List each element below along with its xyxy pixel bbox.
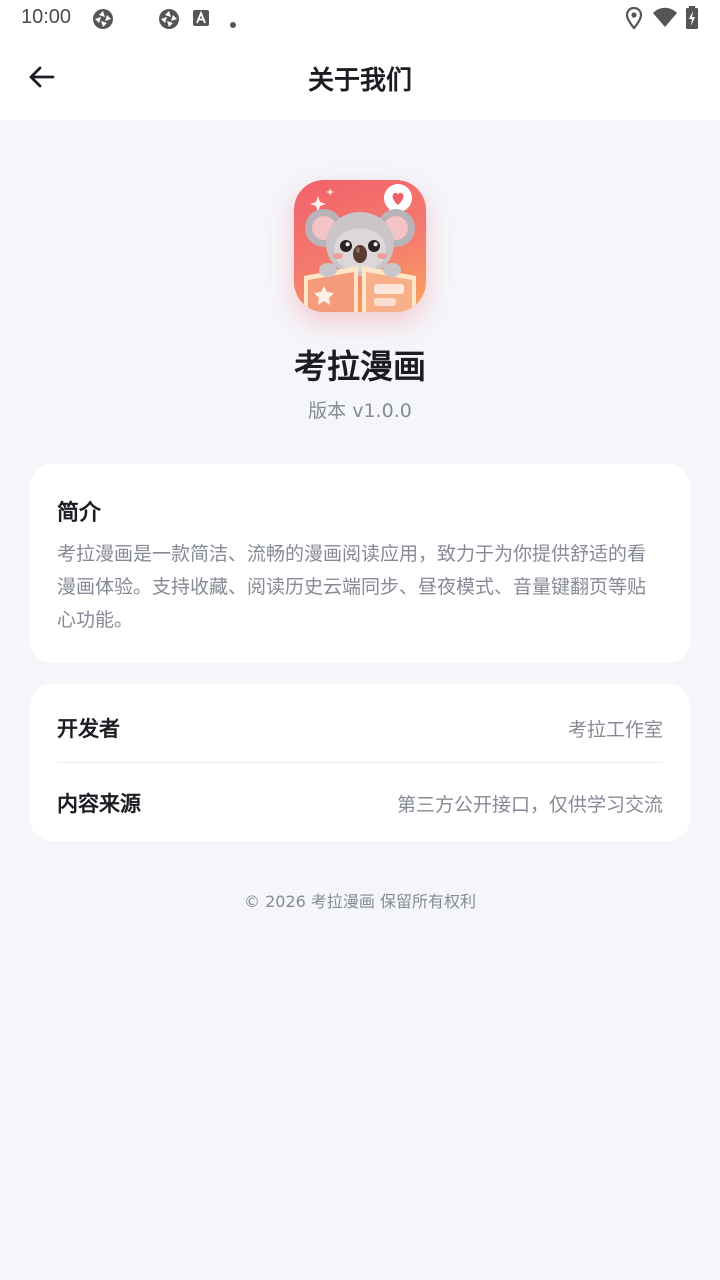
status-time: 10:00 xyxy=(21,6,72,28)
developer-row: 开发者 考拉工作室 xyxy=(57,707,663,747)
page-title: 关于我们 xyxy=(307,66,412,96)
content-source-value: 第三方公开接口，仅供学习交流 xyxy=(396,794,663,816)
keyboard-a-icon xyxy=(192,9,210,31)
content-source-label: 内容来源 xyxy=(57,792,141,816)
intro-title: 简介 xyxy=(57,501,102,526)
divider xyxy=(57,762,663,763)
app-logo xyxy=(294,180,426,312)
status-bar: 10:00 xyxy=(0,0,720,38)
app-name: 考拉漫画 xyxy=(294,347,426,386)
koala-reading-logo xyxy=(304,184,416,312)
content-source-row: 内容来源 第三方公开接口，仅供学习交流 xyxy=(57,782,663,822)
battery-charging-icon xyxy=(685,6,699,34)
app-version: 版本 v1.0.0 xyxy=(308,400,412,422)
intro-body: 考拉漫画是一款简洁、流畅的漫画阅读应用，致力于为你提供舒适的看漫画体验。支持收藏… xyxy=(57,543,647,631)
intro-card: 简介 考拉漫画是一款简洁、流畅的漫画阅读应用，致力于为你提供舒适的看漫画体验。支… xyxy=(30,464,690,663)
app-notification-icon xyxy=(157,7,181,35)
developer-label: 开发者 xyxy=(57,717,120,741)
location-icon xyxy=(624,6,644,34)
dot-icon xyxy=(229,14,237,33)
copyright-text: © 2026 考拉漫画 保留所有权利 xyxy=(244,892,476,911)
wifi-icon xyxy=(652,7,678,33)
info-card: 开发者 考拉工作室 内容来源 第三方公开接口，仅供学习交流 xyxy=(30,684,690,841)
app-bar: 关于我们 xyxy=(0,38,720,120)
app-notification-icon xyxy=(91,7,115,35)
developer-value: 考拉工作室 xyxy=(567,719,663,741)
